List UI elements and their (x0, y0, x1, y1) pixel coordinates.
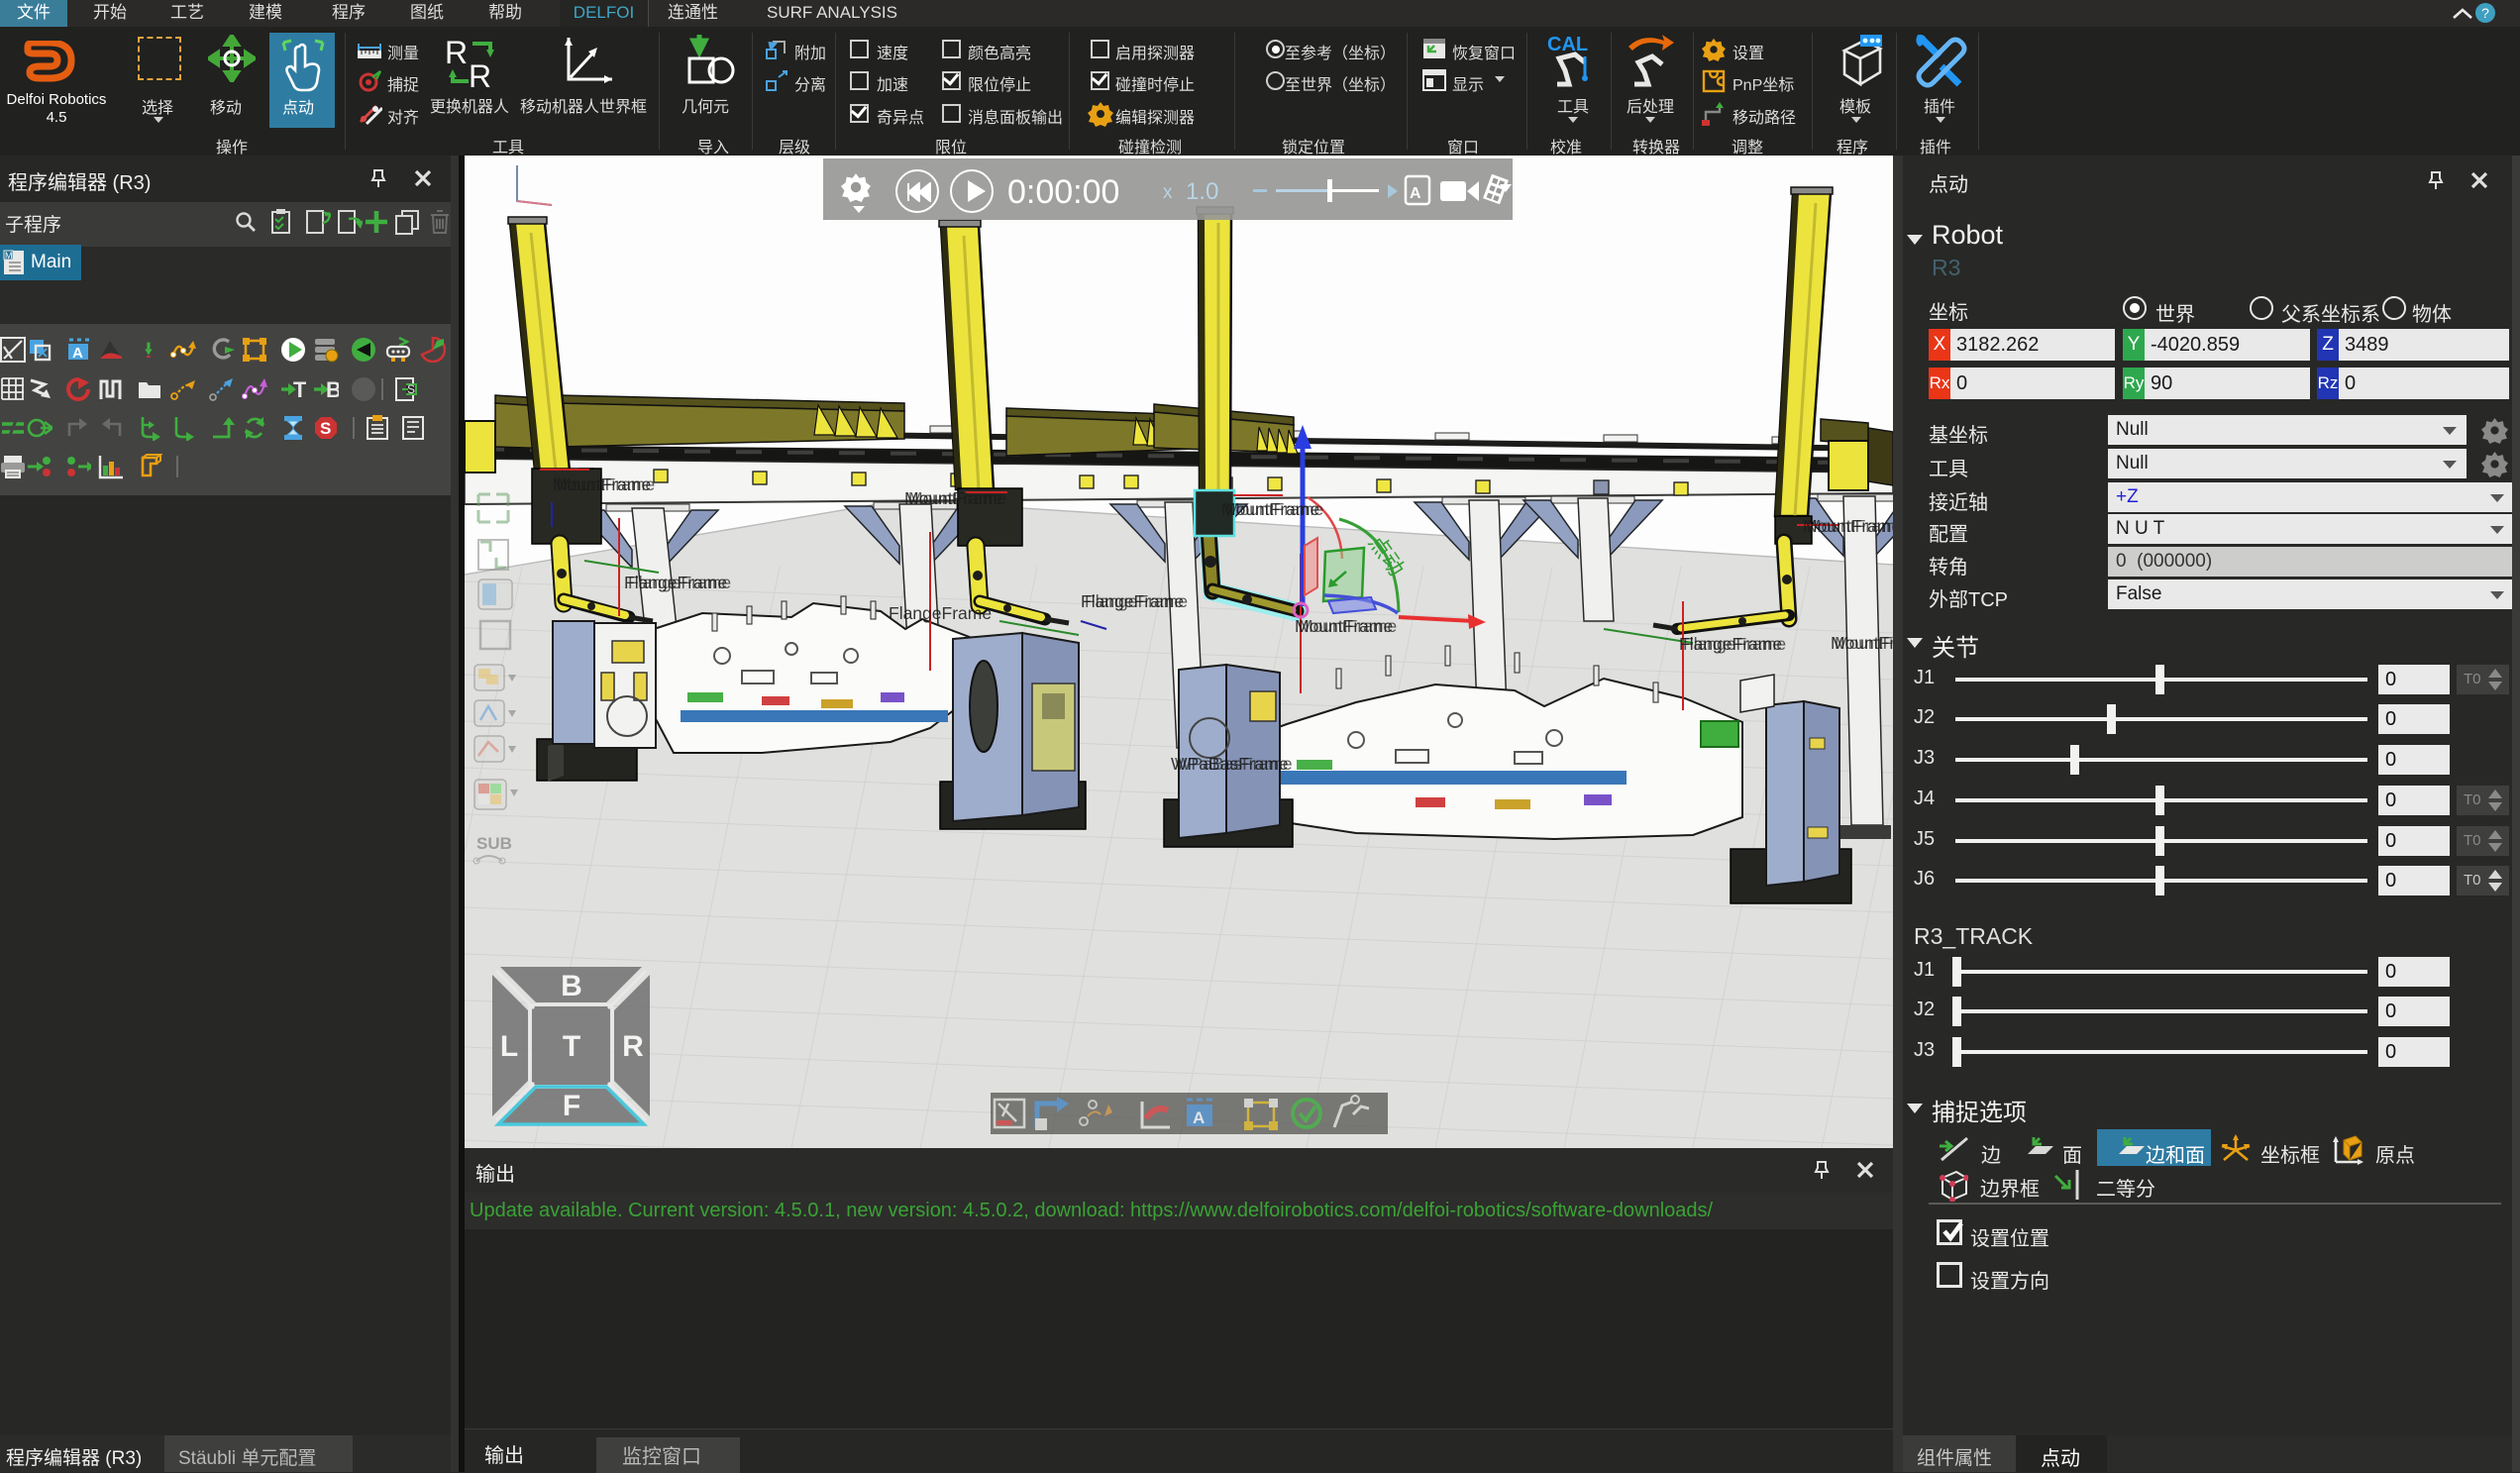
svg-text:MountFrame: MountFrame (1299, 616, 1397, 636)
svg-text:S: S (407, 382, 415, 396)
svg-text:FlangeFrame: FlangeFrame (1683, 634, 1786, 654)
svg-text:MountFrame: MountFrame (1225, 499, 1323, 519)
svg-text:T: T (563, 1030, 580, 1063)
svg-text:A: A (1410, 185, 1421, 202)
svg-text:B: B (561, 970, 582, 1002)
svg-text:FlangeFrame: FlangeFrame (1085, 591, 1188, 611)
svg-text:T: T (293, 377, 306, 402)
svg-text:S: S (320, 419, 331, 438)
svg-text:MountFrame: MountFrame (1807, 516, 1893, 536)
svg-text:A: A (1193, 1108, 1205, 1127)
svg-text:MountFrame: MountFrame (557, 474, 655, 494)
svg-text:FlangeFrame: FlangeFrame (628, 573, 731, 592)
svg-text:FlangeFrame: FlangeFrame (889, 603, 992, 623)
svg-text:F: F (563, 1090, 580, 1122)
svg-text:A: A (72, 345, 83, 362)
svg-text:R: R (469, 58, 491, 91)
svg-text:R: R (622, 1030, 644, 1063)
svg-text:R: R (445, 36, 468, 70)
svg-text:MountFra: MountFra (1835, 633, 1893, 653)
svg-text:SUB: SUB (476, 834, 512, 853)
svg-text:CAL: CAL (1547, 34, 1588, 55)
svg-text:MountFrame: MountFrame (908, 488, 1006, 508)
svg-text:WPaBasFrame: WPaBasFrame (1175, 754, 1293, 774)
svg-text:M: M (5, 251, 13, 261)
svg-text:B: B (326, 377, 339, 402)
svg-text:L: L (500, 1030, 518, 1063)
